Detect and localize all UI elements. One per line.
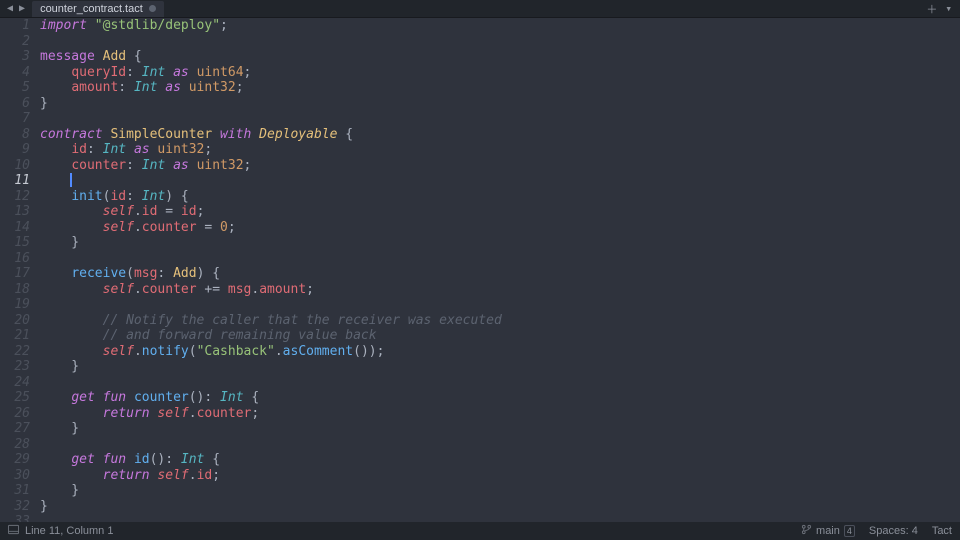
code-line[interactable]: counter: Int as uint32; [40, 158, 960, 174]
line-number: 21 [0, 328, 30, 344]
code-line[interactable] [40, 297, 960, 313]
code-line[interactable]: self.id = id; [40, 204, 960, 220]
line-number: 9 [0, 142, 30, 158]
code-content[interactable]: import "@stdlib/deploy"; message Add { qu… [40, 18, 960, 522]
code-line[interactable] [40, 111, 960, 127]
line-number: 2 [0, 34, 30, 50]
line-number: 13 [0, 204, 30, 220]
line-number: 3 [0, 49, 30, 65]
line-number: 28 [0, 437, 30, 453]
code-line[interactable]: self.notify("Cashback".asComment()); [40, 344, 960, 360]
line-number: 11 [0, 173, 30, 189]
code-line[interactable]: id: Int as uint32; [40, 142, 960, 158]
code-line[interactable]: } [40, 421, 960, 437]
line-number: 20 [0, 313, 30, 329]
code-line[interactable]: init(id: Int) { [40, 189, 960, 205]
code-line[interactable]: } [40, 235, 960, 251]
git-branch-icon [801, 524, 812, 538]
nav-forward-icon[interactable]: ▶ [16, 3, 28, 14]
code-line[interactable]: queryId: Int as uint64; [40, 65, 960, 81]
line-number: 27 [0, 421, 30, 437]
editor-window: ◀ ▶ counter_contract.tact ＋ ▾ 1234567891… [0, 0, 960, 540]
line-number: 4 [0, 65, 30, 81]
line-number: 29 [0, 452, 30, 468]
code-line[interactable] [40, 375, 960, 391]
tab-modified-dot-icon [149, 5, 156, 12]
tab-filename: counter_contract.tact [40, 3, 143, 15]
code-line[interactable]: message Add { [40, 49, 960, 65]
line-number: 15 [0, 235, 30, 251]
line-number: 12 [0, 189, 30, 205]
line-number: 25 [0, 390, 30, 406]
line-number: 19 [0, 297, 30, 313]
line-number: 6 [0, 96, 30, 112]
status-position[interactable]: Line 11, Column 1 [25, 525, 113, 537]
line-number: 31 [0, 483, 30, 499]
code-line[interactable]: return self.id; [40, 468, 960, 484]
line-number: 22 [0, 344, 30, 360]
text-cursor [70, 173, 72, 187]
nav-back-icon[interactable]: ◀ [4, 3, 16, 14]
editor-area[interactable]: 1234567891011121314151617181920212223242… [0, 18, 960, 522]
code-line[interactable]: receive(msg: Add) { [40, 266, 960, 282]
status-indent[interactable]: Spaces: 4 [869, 525, 918, 537]
code-line[interactable] [40, 437, 960, 453]
code-line[interactable]: amount: Int as uint32; [40, 80, 960, 96]
tab-active[interactable]: counter_contract.tact [32, 1, 164, 17]
line-number: 26 [0, 406, 30, 422]
code-line[interactable]: self.counter = 0; [40, 220, 960, 236]
branch-count-badge: 4 [844, 525, 855, 537]
line-number: 33 [0, 514, 30, 522]
status-syntax[interactable]: Tact [932, 525, 952, 537]
line-number: 7 [0, 111, 30, 127]
line-number: 16 [0, 251, 30, 267]
status-bar: Line 11, Column 1 main 4 Spaces: 4 Tact [0, 522, 960, 540]
code-line[interactable] [40, 34, 960, 50]
code-line[interactable]: get fun counter(): Int { [40, 390, 960, 406]
code-line[interactable]: self.counter += msg.amount; [40, 282, 960, 298]
line-number: 23 [0, 359, 30, 375]
line-number: 10 [0, 158, 30, 174]
new-tab-button[interactable]: ＋ [922, 1, 941, 17]
line-number: 5 [0, 80, 30, 96]
code-line[interactable]: return self.counter; [40, 406, 960, 422]
line-number: 30 [0, 468, 30, 484]
code-line[interactable]: } [40, 359, 960, 375]
line-number: 14 [0, 220, 30, 236]
line-number: 24 [0, 375, 30, 391]
status-branch[interactable]: main 4 [801, 524, 855, 538]
line-number: 1 [0, 18, 30, 34]
code-line[interactable]: } [40, 96, 960, 112]
code-line[interactable]: get fun id(): Int { [40, 452, 960, 468]
code-line[interactable]: } [40, 499, 960, 515]
code-line[interactable]: import "@stdlib/deploy"; [40, 18, 960, 34]
line-number: 17 [0, 266, 30, 282]
code-line[interactable] [40, 173, 960, 189]
panel-icon[interactable] [8, 524, 19, 538]
line-number-gutter: 1234567891011121314151617181920212223242… [0, 18, 40, 522]
code-line[interactable]: // Notify the caller that the receiver w… [40, 313, 960, 329]
line-number: 8 [0, 127, 30, 143]
code-line[interactable]: // and forward remaining value back [40, 328, 960, 344]
line-number: 18 [0, 282, 30, 298]
code-line[interactable] [40, 514, 960, 522]
code-line[interactable] [40, 251, 960, 267]
tab-menu-icon[interactable]: ▾ [941, 2, 956, 15]
line-number: 32 [0, 499, 30, 515]
tab-bar: ◀ ▶ counter_contract.tact ＋ ▾ [0, 0, 960, 18]
code-line[interactable]: } [40, 483, 960, 499]
code-line[interactable]: contract SimpleCounter with Deployable { [40, 127, 960, 143]
